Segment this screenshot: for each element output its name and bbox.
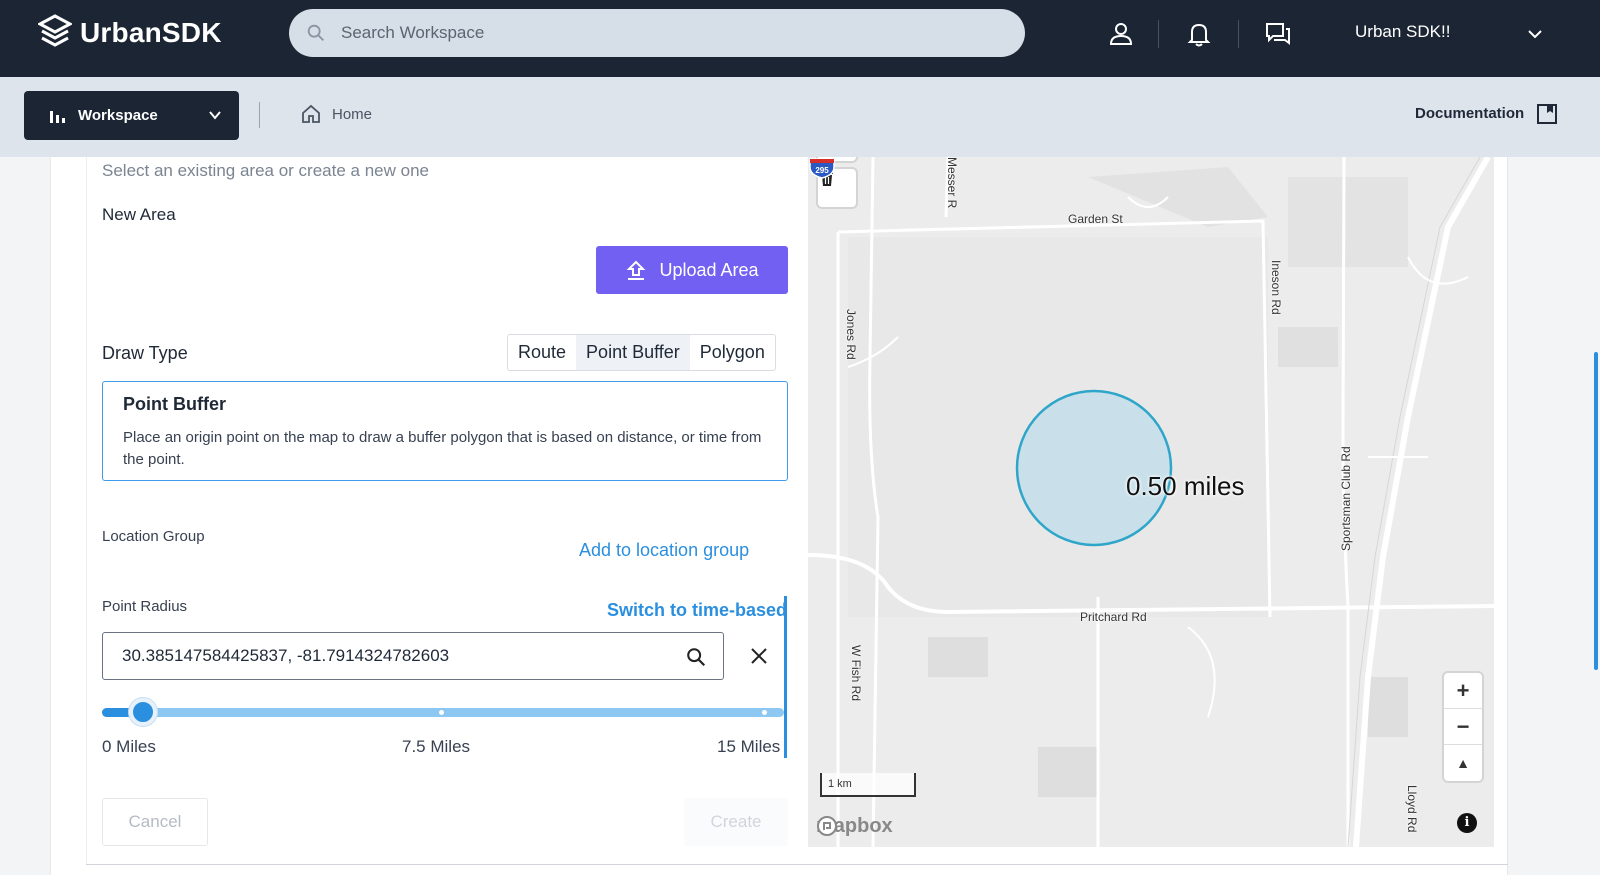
mapbox-icon [817, 816, 837, 836]
compass-button[interactable]: ▲ [1444, 745, 1482, 781]
slider-min-label: 0 Miles [102, 737, 156, 756]
chevron-down-icon [209, 111, 221, 120]
home-icon [302, 104, 320, 123]
map-info-button[interactable]: i [1457, 813, 1477, 833]
point-radius-label: Point Radius [102, 598, 188, 615]
draw-type-selector: Route Point Buffer Polygon [507, 334, 776, 371]
location-group-label: Location Group [102, 528, 205, 545]
map-view[interactable]: Garden St Messer R Jones Rd Ineson Rd Sp… [808, 157, 1494, 847]
new-area-heading: New Area [102, 205, 176, 224]
slider-mark [439, 710, 444, 715]
upload-icon [627, 260, 646, 280]
sub-navigation: Workspace Home Documentation [0, 77, 1600, 157]
slider-mark [762, 710, 767, 715]
mapbox-logo[interactable]: mapbox [816, 815, 893, 838]
workspace-label: Workspace [78, 107, 158, 124]
workspace-dropdown[interactable]: Workspace [24, 91, 239, 140]
upload-area-label: Upload Area [659, 259, 759, 280]
coordinates-input[interactable] [122, 646, 662, 666]
zoom-control: + − ▲ [1444, 673, 1482, 781]
book-icon[interactable] [1536, 103, 1558, 125]
draw-type-point-buffer[interactable]: Point Buffer [576, 335, 690, 370]
road-label-lloyd: Lloyd Rd [1405, 785, 1419, 833]
road-label-messer: Messer R [945, 157, 959, 209]
urbansdk-logo-icon [38, 14, 72, 47]
home-link[interactable]: Home [300, 103, 372, 125]
documentation-link[interactable]: Documentation [1415, 105, 1524, 122]
card-bottom-border [86, 864, 1508, 865]
road-label-sportsman: Sportsman Club Rd [1339, 446, 1353, 551]
info-title: Point Buffer [123, 394, 226, 414]
header-divider [1238, 20, 1239, 48]
header-divider [1158, 20, 1159, 48]
top-header: UrbanSDK Urban SDK!! [0, 0, 1600, 77]
account-name[interactable]: Urban SDK!! [1355, 22, 1450, 42]
slider-max-label: 15 Miles [717, 737, 781, 756]
zoom-in-button[interactable]: + [1444, 673, 1482, 709]
interstate-shield-icon: 295 [809, 158, 835, 179]
panel-scrollbar[interactable] [784, 596, 787, 758]
home-label: Home [332, 105, 373, 123]
map-scale: 1 km [820, 773, 916, 797]
user-icon[interactable] [1107, 20, 1135, 48]
buffer-radius-label: 0.50 miles [1126, 471, 1245, 501]
switch-time-based-link[interactable]: Switch to time-based [607, 600, 787, 621]
chevron-down-icon[interactable] [1526, 25, 1544, 43]
logo-text: UrbanSDK [80, 17, 222, 48]
road-label-jones: Jones Rd [844, 309, 858, 360]
draw-type-route[interactable]: Route [508, 335, 576, 370]
bar-chart-icon [50, 110, 65, 123]
road-label-wfish: W Fish Rd [849, 645, 863, 702]
interstate-number: 295 [815, 166, 829, 175]
info-description: Place an origin point on the map to draw… [123, 429, 762, 468]
draw-type-label: Draw Type [102, 343, 188, 363]
draw-type-info-box: Point Buffer Place an origin point on th… [102, 381, 788, 481]
subnav-divider [259, 102, 260, 128]
slider-mid-label: 7.5 Miles [402, 737, 471, 756]
road-label-pritchard: Pritchard Rd [1080, 610, 1147, 624]
road-label-garden: Garden St [1068, 212, 1123, 226]
close-icon[interactable] [748, 645, 770, 667]
zoom-out-button[interactable]: − [1444, 709, 1482, 745]
search-input[interactable] [341, 23, 981, 43]
logo[interactable]: UrbanSDK [38, 14, 222, 52]
area-hint: Select an existing area or create a new … [102, 161, 429, 180]
coordinates-field[interactable] [102, 632, 724, 680]
chat-icon[interactable] [1264, 20, 1292, 48]
bell-icon[interactable] [1185, 20, 1213, 48]
cancel-button[interactable]: Cancel [102, 798, 208, 846]
draw-type-polygon[interactable]: Polygon [690, 335, 775, 370]
search-icon[interactable] [685, 646, 707, 668]
create-button[interactable]: Create [684, 798, 788, 846]
map-canvas [808, 157, 1494, 847]
search-icon [307, 24, 324, 41]
add-location-group-link[interactable]: Add to location group [579, 540, 749, 561]
upload-area-button[interactable]: Upload Area [596, 246, 788, 294]
road-label-ineson: Ineson Rd [1269, 260, 1283, 315]
search-bar[interactable] [289, 9, 1025, 57]
page-scrollbar[interactable] [1594, 352, 1598, 670]
